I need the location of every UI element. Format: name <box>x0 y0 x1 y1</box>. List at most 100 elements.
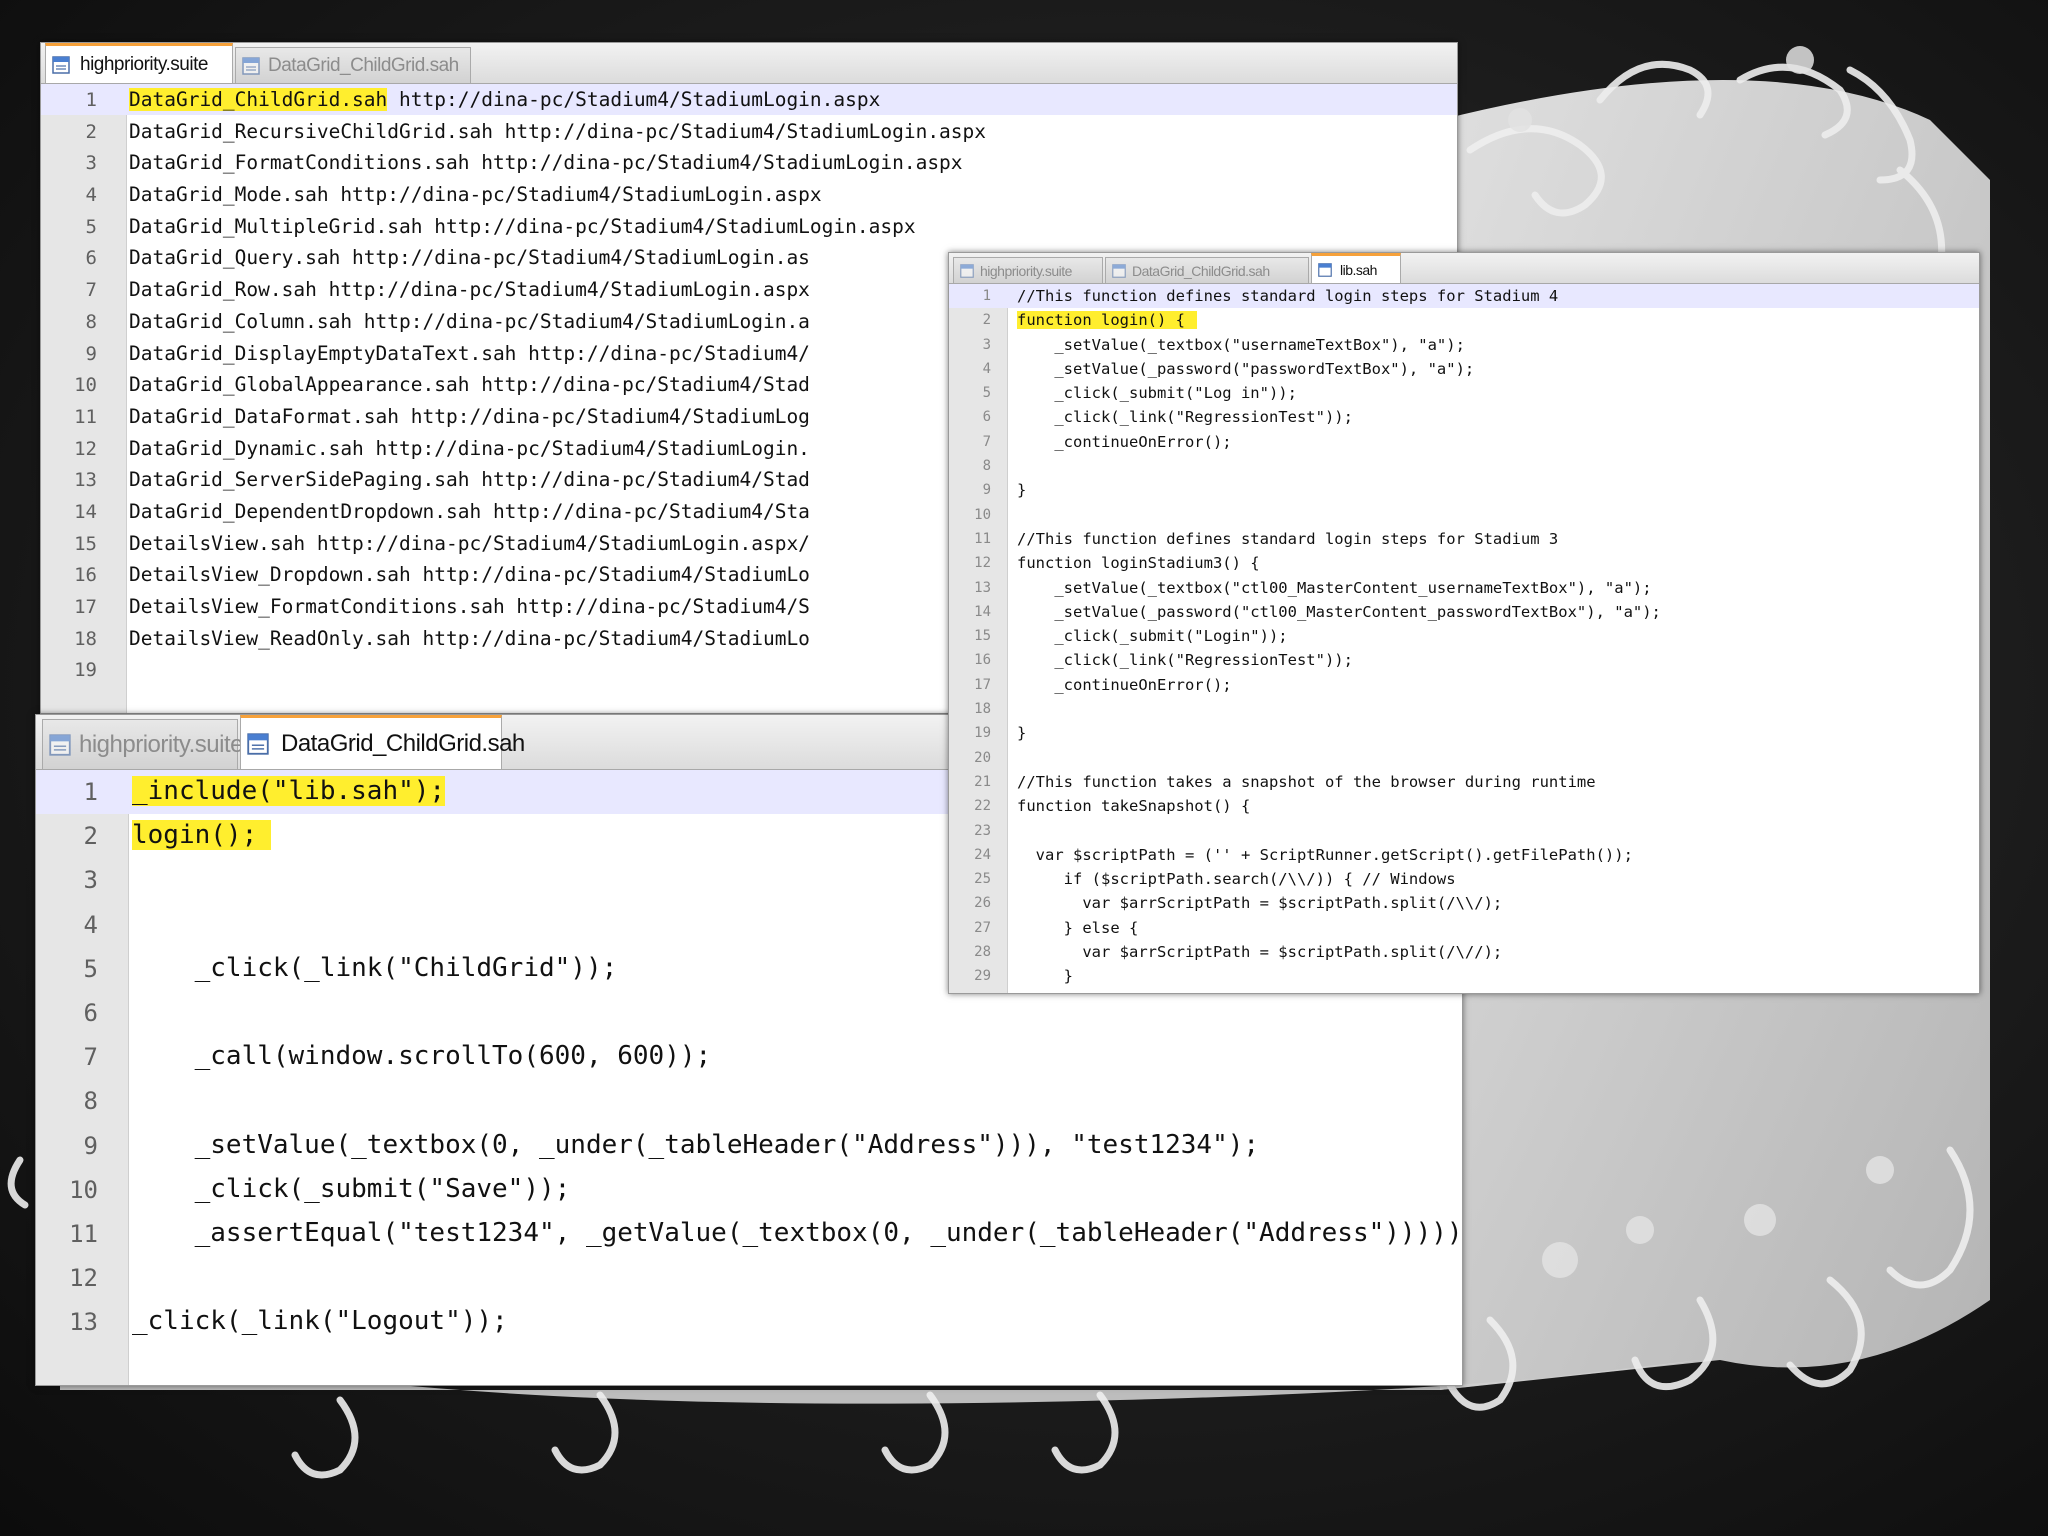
code-line[interactable]: 11 _assertEqual("test1234", _getValue(_t… <box>36 1212 1462 1256</box>
code-line[interactable]: 10 <box>949 503 1979 527</box>
suite-file-icon <box>960 263 974 278</box>
code-text: DetailsView.sah http://dina-pc/Stadium4/… <box>129 532 810 555</box>
code-remainder: DetailsView_FormatConditions.sah http://… <box>129 595 810 618</box>
code-line[interactable]: 25 if ($scriptPath.search(/\\/)) { // Wi… <box>949 867 1979 891</box>
code-line[interactable]: 2 DataGrid_RecursiveChildGrid.sah http://… <box>41 116 1457 148</box>
code-line[interactable]: 3 _setValue(_textbox("usernameTextBox"),… <box>949 333 1979 357</box>
code-remainder: _call(window.scrollTo(600, 600)); <box>132 1041 712 1072</box>
line-number: 2 <box>85 120 97 143</box>
code-remainder: _setValue(_password("ctl00_MasterContent… <box>1017 602 1661 621</box>
tab-datagrid-childgrid[interactable]: DataGrid_ChildGrid.sah <box>240 715 525 769</box>
code-text: _assertEqual("test1234", _getValue(_text… <box>132 1218 1462 1248</box>
tab-bar: highpriority.suite DataGrid_ChildGrid.sa… <box>949 253 1979 284</box>
code-line[interactable]: 19} <box>949 721 1979 745</box>
code-text: } <box>1017 967 1073 985</box>
code-line[interactable]: 9 _setValue(_textbox(0, _under(_tableHea… <box>36 1124 1462 1168</box>
code-line[interactable]: 7 _continueOnError(); <box>949 430 1979 454</box>
code-line[interactable]: 28 var $arrScriptPath = $scriptPath.spli… <box>949 940 1979 964</box>
code-line[interactable]: 24 var $scriptPath = ('' + ScriptRunner.… <box>949 843 1979 867</box>
line-number: 14 <box>74 500 97 523</box>
code-remainder: DataGrid_ServerSidePaging.sah http://din… <box>129 468 810 492</box>
code-line[interactable]: 4 _setValue(_password("passwordTextBox")… <box>949 357 1979 381</box>
line-number: 19 <box>74 659 97 682</box>
code-remainder: if ($scriptPath.search(/\\/)) { // Windo… <box>1017 870 1456 889</box>
code-line[interactable]: 14 _setValue(_password("ctl00_MasterCont… <box>949 600 1979 624</box>
code-text: _continueOnError(); <box>1017 676 1231 694</box>
code-line[interactable]: 12 <box>36 1256 1462 1300</box>
code-line[interactable]: 8 <box>949 454 1979 478</box>
code-text: _click(_submit("Login")); <box>1017 627 1287 645</box>
code-remainder: DataGrid_MultipleGrid.sah http://dina-pc… <box>129 214 916 238</box>
script-file-icon <box>247 732 269 755</box>
code-text: _setValue(_textbox(0, _under(_tableHeade… <box>132 1130 1259 1160</box>
tab-highpriority-suite[interactable]: highpriority.suite <box>953 257 1103 283</box>
line-number: 10 <box>69 1175 98 1204</box>
code-text: DataGrid_DisplayEmptyDataText.sah http:/… <box>129 342 810 365</box>
code-remainder: _click(_link("RegressionTest")); <box>1017 651 1353 670</box>
code-remainder: //This function takes a snapshot of the … <box>1017 772 1596 791</box>
script-file-icon <box>1112 263 1126 278</box>
line-number: 1 <box>85 89 97 111</box>
code-text: DataGrid_Mode.sah http://dina-pc/Stadium… <box>129 183 822 206</box>
code-line[interactable]: 5 DataGrid_MultipleGrid.sah http://dina-p… <box>41 211 1457 243</box>
code-line[interactable]: 29 } <box>949 964 1979 988</box>
code-line[interactable]: 12 function loginStadium3() { <box>949 551 1979 575</box>
code-remainder: _click(_link("RegressionTest")); <box>1017 408 1353 427</box>
code-line[interactable]: 9} <box>949 478 1979 502</box>
code-line[interactable]: 15 _click(_submit("Login")); <box>949 624 1979 648</box>
code-line[interactable]: 26 var $arrScriptPath = $scriptPath.spli… <box>949 891 1979 915</box>
line-number: 12 <box>74 437 97 460</box>
code-text: DataGrid_Dynamic.sah http://dina-pc/Stad… <box>129 437 810 460</box>
code-remainder: _setValue(_textbox("usernameTextBox"), "… <box>1017 335 1465 354</box>
code-line[interactable]: 1 //This function defines standard login … <box>949 284 1979 308</box>
code-line[interactable]: 11 //This function defines standard login… <box>949 527 1979 551</box>
code-line[interactable]: 2 function login() { <box>949 308 1979 332</box>
code-line[interactable]: 20 <box>949 746 1979 770</box>
line-number: 13 <box>69 1308 98 1337</box>
suite-file-icon <box>49 733 71 756</box>
code-line[interactable]: 7 _call(window.scrollTo(600, 600)); <box>36 1035 1462 1079</box>
tab-datagrid-childgrid[interactable]: DataGrid_ChildGrid.sah <box>235 47 471 83</box>
code-line[interactable]: 13 _click(_link("Logout")); <box>36 1300 1462 1344</box>
code-remainder: function takeSnapshot() { <box>1017 797 1251 816</box>
code-text: DataGrid_Query.sah http://dina-pc/Stadiu… <box>129 246 810 269</box>
code-text: DataGrid_ChildGrid.sah http://dina-pc/St… <box>129 88 880 111</box>
code-text: } <box>1017 481 1026 499</box>
code-line[interactable]: 23 <box>949 819 1979 843</box>
code-text: _setValue(_textbox("ctl00_MasterContent_… <box>1017 579 1651 597</box>
code-text: _setValue(_password("passwordTextBox"), … <box>1017 360 1474 378</box>
code-line[interactable]: 6 <box>36 991 1462 1035</box>
line-number: 10 <box>74 374 97 397</box>
line-number: 3 <box>85 152 97 175</box>
code-remainder: function loginStadium3() { <box>1017 554 1260 573</box>
code-text: function takeSnapshot() { <box>1017 797 1250 815</box>
tab-lib-sah[interactable]: lib.sah <box>1311 253 1401 283</box>
line-number: 6 <box>83 998 98 1027</box>
code-line[interactable]: 21 //This function takes a snapshot of th… <box>949 770 1979 794</box>
code-line[interactable]: 1 DataGrid_ChildGrid.sah http://dina-pc/S… <box>41 84 1457 116</box>
code-text: DataGrid_ServerSidePaging.sah http://din… <box>129 468 810 491</box>
code-line[interactable]: 3 DataGrid_FormatConditions.sah http://di… <box>41 147 1457 179</box>
code-line[interactable]: 16 _click(_link("RegressionTest")); <box>949 648 1979 672</box>
line-number: 16 <box>974 652 991 669</box>
code-remainder: DataGrid_DisplayEmptyDataText.sah http:/… <box>129 341 810 365</box>
code-line[interactable]: 22 function takeSnapshot() { <box>949 794 1979 818</box>
code-line[interactable]: 10 _click(_submit("Save")); <box>36 1168 1462 1212</box>
code-line[interactable]: 17 _continueOnError(); <box>949 673 1979 697</box>
code-line[interactable]: 27 } else { <box>949 916 1979 940</box>
code-line[interactable]: 4 DataGrid_Mode.sah http://dina-pc/Stadiu… <box>41 179 1457 211</box>
code-line[interactable]: 6 _click(_link("RegressionTest")); <box>949 405 1979 429</box>
tab-datagrid-childgrid[interactable]: DataGrid_ChildGrid.sah <box>1105 257 1309 283</box>
code-text: //This function defines standard login s… <box>1017 287 1558 305</box>
code-line[interactable]: 13 _setValue(_textbox("ctl00_MasterConte… <box>949 576 1979 600</box>
code-line[interactable]: 18 <box>949 697 1979 721</box>
line-number: 16 <box>74 564 97 587</box>
code-editor[interactable]: 1 //This function defines standard login … <box>949 284 1979 993</box>
line-number: 4 <box>982 360 991 377</box>
tab-highpriority-suite[interactable]: highpriority.suite <box>42 719 243 769</box>
code-line[interactable]: 8 <box>36 1079 1462 1123</box>
line-number: 22 <box>974 798 991 815</box>
line-number: 18 <box>974 701 991 718</box>
tab-highpriority-suite[interactable]: highpriority.suite <box>45 43 233 83</box>
code-line[interactable]: 5 _click(_submit("Log in")); <box>949 381 1979 405</box>
